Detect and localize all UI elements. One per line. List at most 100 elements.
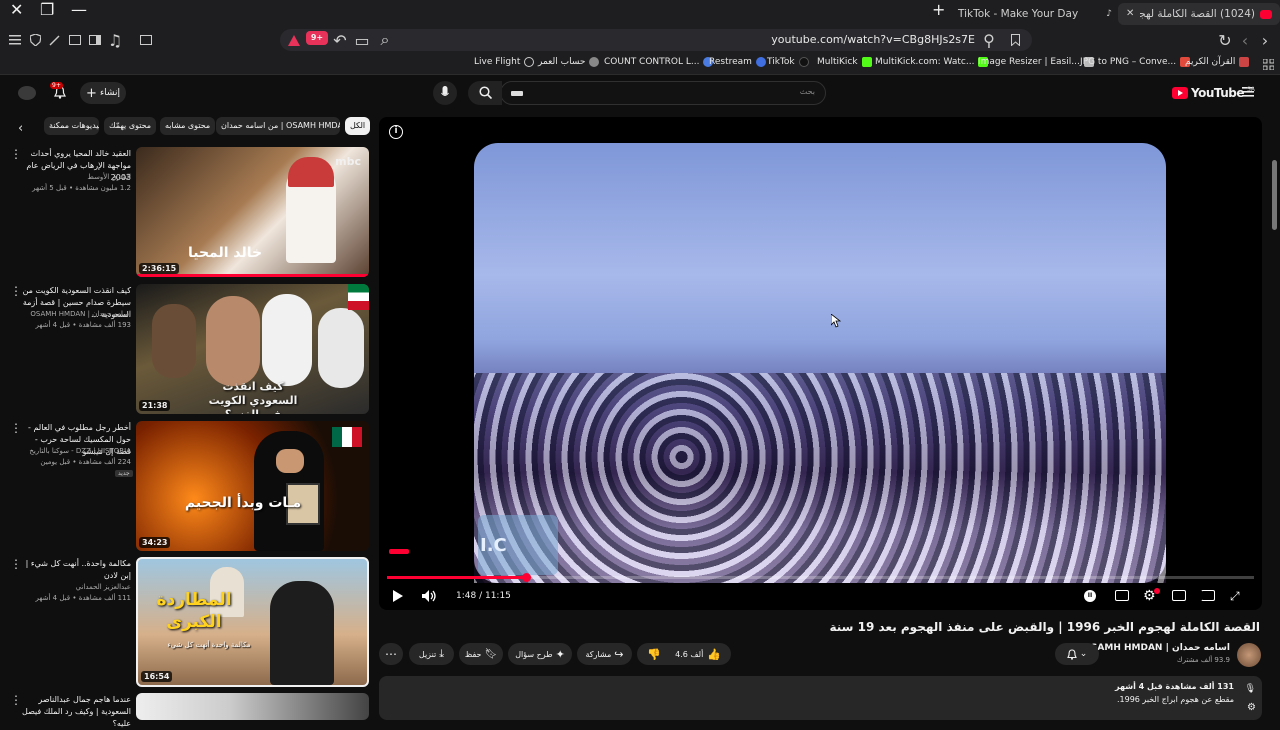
video-title: القصة الكاملة لهجوم الخبر 1996 | والقبض …: [829, 620, 1260, 634]
sidebar-icon[interactable]: [86, 31, 104, 49]
chips-scroll-left-icon[interactable]: ‹: [18, 121, 23, 136]
close-window-icon[interactable]: ✕: [10, 0, 23, 19]
avatar[interactable]: [18, 86, 36, 100]
tab-tiktok[interactable]: TikTok - Make Your Day ♪: [950, 3, 1120, 25]
tab-youtube-active[interactable]: ✕ (1024) القصة الكاملة لهجوم الخبر: [1118, 3, 1280, 25]
autoplay-toggle-icon[interactable]: II: [1084, 590, 1096, 602]
chip-more[interactable]: فيديوهات ممكنة...: [44, 117, 99, 135]
download-button[interactable]: تنزيل ⤓: [409, 643, 454, 665]
rec-thumbnail[interactable]: مـات وبدأ الجحيم 34:23: [136, 421, 369, 551]
rec-channel[interactable]: عبدالعزيز الحمداني: [18, 582, 131, 593]
bookmark-multikick[interactable]: MultiKick: [817, 57, 872, 67]
apps-grid-icon[interactable]: [1259, 55, 1277, 73]
bookmark-multikick-watch[interactable]: MultiKick.com: Watc...: [875, 57, 989, 67]
search-button[interactable]: [468, 81, 502, 105]
progress-track[interactable]: [387, 573, 1254, 582]
chip-for-you[interactable]: محتوى يهمّك: [104, 117, 157, 135]
rec-channel[interactable]: اسامه حمدان | OSAMH HMDAN: [18, 309, 131, 320]
bookmark-restream[interactable]: Restream: [709, 57, 766, 67]
screenshot-icon[interactable]: [137, 31, 155, 49]
shield-badge[interactable]: 9+: [306, 31, 328, 45]
rec-channel[interactable]: DZZ | HISTORIA - سوكنا بالتاريخ: [18, 446, 131, 457]
rec-thumbnail[interactable]: المطاردة الكبرى مكالمة واحدة أنهت كل شيء…: [136, 557, 369, 687]
url-text[interactable]: youtube.com/watch?v=CBg8HJs2s7E: [771, 33, 975, 46]
settings-gear-icon[interactable]: ⚙: [1247, 702, 1256, 713]
chip-from-channel[interactable]: من اسامه حمدان | OSAMH HMDAN: [216, 117, 340, 135]
search-input[interactable]: بحث: [500, 81, 826, 105]
subscribed-button[interactable]: ⌄: [1055, 643, 1099, 665]
rec-channel[interactable]: الشرق الأوسط: [18, 172, 131, 183]
save-button[interactable]: حفظ 🔖︎: [459, 643, 503, 665]
forward-icon[interactable]: ›: [1256, 31, 1274, 50]
menu-icon[interactable]: [6, 31, 24, 49]
bookmark-age-calc[interactable]: حساب العمر: [538, 57, 600, 67]
bookmark-quran[interactable]: القرآن الكريم: [1185, 57, 1250, 67]
more-actions-icon[interactable]: ⋮: [10, 693, 22, 707]
bookmark-image-resizer[interactable]: Image Resizer | Easil...: [978, 57, 1094, 67]
like-button[interactable]: 4.6 ألف 👍: [675, 648, 721, 661]
share-button[interactable]: مشاركة ↪: [577, 643, 632, 665]
new-tab-icon[interactable]: +: [932, 0, 945, 19]
page-scrollbar[interactable]: [1272, 160, 1277, 230]
undo-icon[interactable]: ↶: [331, 31, 349, 50]
restore-window-icon[interactable]: ❐: [40, 0, 54, 19]
magic-wand-icon[interactable]: [46, 31, 64, 49]
bookmark-icon[interactable]: [1006, 31, 1024, 49]
more-options-icon[interactable]: ⋯: [379, 643, 403, 665]
youtube-logo[interactable]: YouTube SA: [1172, 86, 1255, 100]
miniplayer-icon[interactable]: [1172, 590, 1186, 601]
reload-icon[interactable]: ↻: [1216, 31, 1234, 50]
create-button[interactable]: + إنشاء: [80, 82, 126, 104]
info-icon[interactable]: i: [389, 125, 403, 139]
ask-button[interactable]: طرح سؤال ✦: [508, 643, 572, 665]
more-actions-icon[interactable]: ⋮: [10, 147, 22, 161]
back-icon[interactable]: ‹: [1236, 31, 1254, 50]
bookmark-label: JPG to PNG – Conve...: [1080, 57, 1177, 67]
tabs-icon[interactable]: [66, 31, 84, 49]
site-settings-icon[interactable]: ⚲: [980, 31, 998, 50]
fullscreen-icon[interactable]: ⤢: [1230, 589, 1240, 604]
rec-thumbnail[interactable]: mbc خالد المحيا 2:36:15: [136, 147, 369, 277]
music-icon[interactable]: ♫: [106, 31, 124, 50]
chip-all[interactable]: الكل: [345, 117, 371, 135]
shield-badge-count: 9+: [310, 33, 324, 42]
bookmark-jpg-to-png[interactable]: JPG to PNG – Conve...: [1080, 57, 1191, 67]
channel-avatar[interactable]: [1237, 643, 1261, 667]
play-button[interactable]: [392, 589, 404, 603]
keyboard-icon[interactable]: [511, 91, 523, 96]
description-box[interactable]: 131 ألف مشاهدة قبل 4 أشهر مقطع عن هجوم ا…: [379, 676, 1262, 720]
like-dislike-group[interactable]: 👎 4.6 ألف 👍: [637, 643, 731, 665]
more-actions-icon[interactable]: ⋮: [10, 557, 22, 571]
channel-name[interactable]: اسامه حمدان | OSAMH HMDAN: [1083, 643, 1230, 653]
bookmark-tiktok[interactable]: TikTok: [767, 57, 809, 67]
mic-icon[interactable]: 🎙︎: [1245, 684, 1256, 694]
minimize-window-icon[interactable]: —: [71, 0, 87, 19]
voice-search-button[interactable]: [433, 81, 457, 105]
chip-related[interactable]: محتوى مشابه: [160, 117, 216, 135]
reader-icon[interactable]: ▭: [353, 31, 371, 50]
close-tab-icon[interactable]: ✕: [1126, 3, 1134, 25]
more-actions-icon[interactable]: ⋮: [10, 284, 22, 298]
more-actions-icon[interactable]: ⋮: [10, 421, 22, 435]
rec-title[interactable]: مكالمة واحدة.. أنهت كل شيء | إبن لادن: [18, 558, 131, 582]
rec-thumbnail[interactable]: كيف انقذت السعودي الكويت في الغزو؟ 21:38: [136, 284, 369, 414]
brave-rewards-icon[interactable]: [285, 31, 303, 49]
subtitles-icon[interactable]: [1115, 590, 1129, 601]
video-player[interactable]: I.C i: [379, 117, 1262, 610]
volume-button[interactable]: [422, 589, 437, 603]
dislike-icon[interactable]: 👎: [647, 648, 661, 661]
youtube-play-logo-icon: [1172, 87, 1188, 99]
search-engine-icon[interactable]: ⌕: [376, 30, 394, 49]
rec-thumbnail[interactable]: [136, 693, 369, 720]
notification-count-badge: 9+: [50, 82, 63, 89]
progress-scrubber[interactable]: [521, 573, 531, 582]
cast-icon[interactable]: [1201, 590, 1215, 601]
rec-title[interactable]: عندما هاجم جمال عبدالناصر السعودية | وكي…: [18, 694, 131, 730]
bookmark-label: MultiKick: [817, 57, 858, 67]
restream-icon: [755, 57, 766, 67]
download-label: تنزيل: [418, 649, 437, 659]
notifications-button[interactable]: 9+: [50, 82, 66, 99]
shield-icon[interactable]: [26, 31, 44, 49]
bookmark-live-flight[interactable]: Live Flight: [474, 57, 535, 67]
bookmark-count-control[interactable]: COUNT CONTROL L...: [604, 57, 714, 67]
